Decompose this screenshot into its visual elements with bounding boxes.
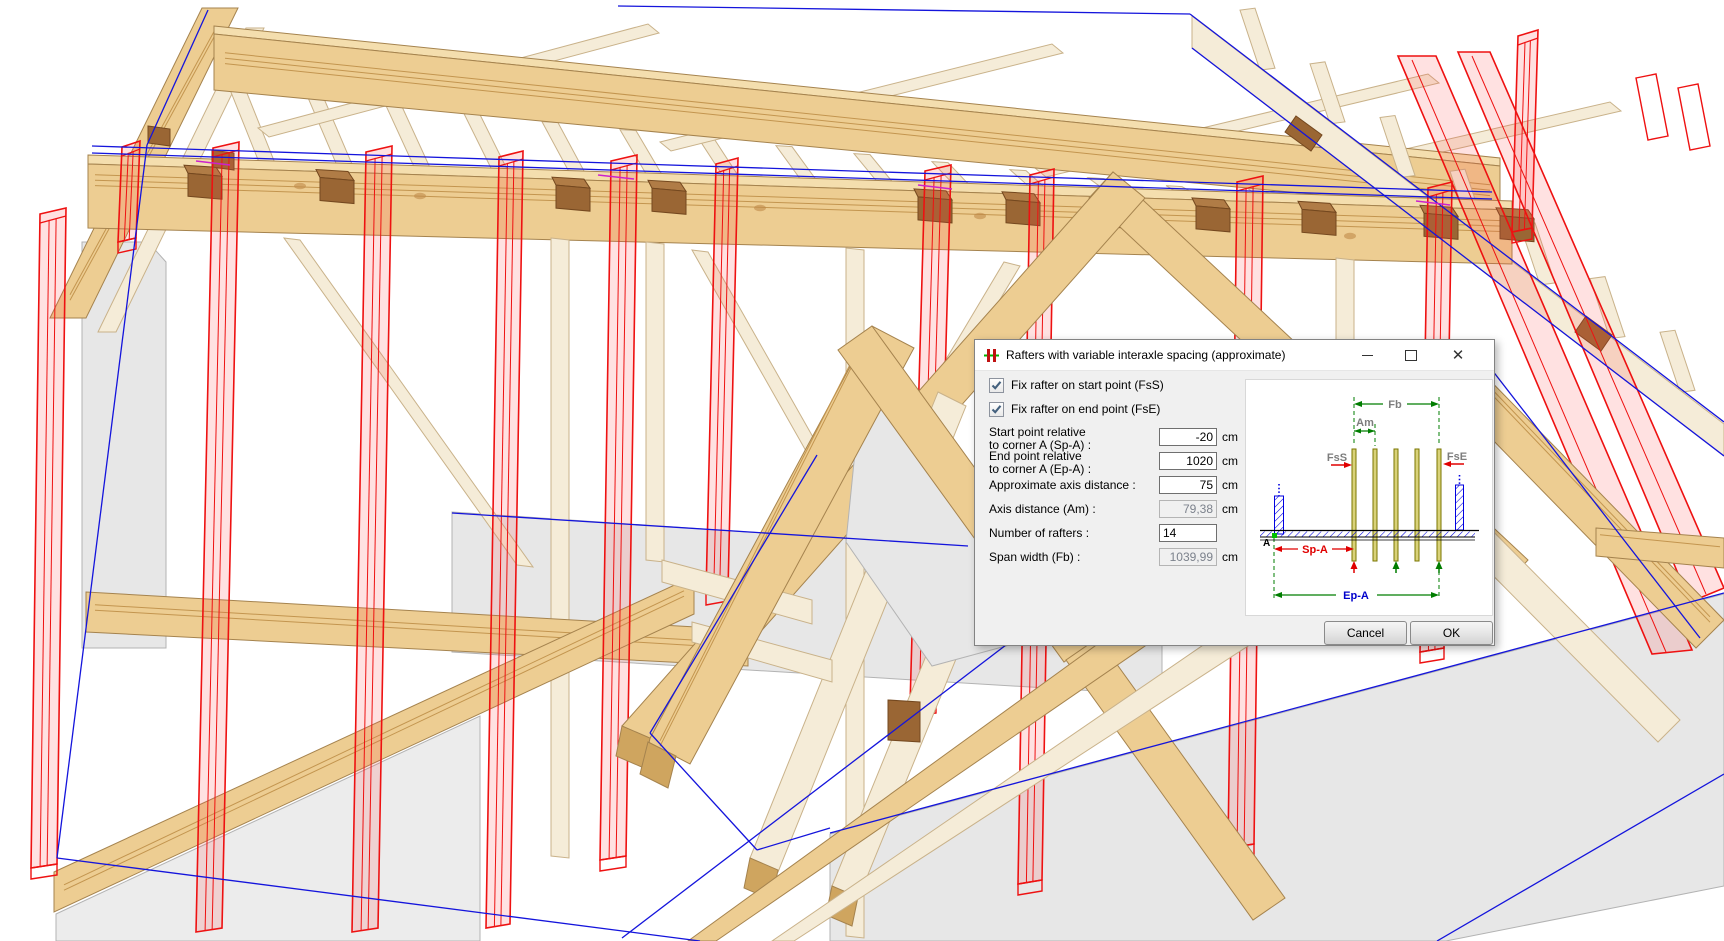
- ok-button[interactable]: OK: [1410, 621, 1493, 645]
- approx-axis-distance-input[interactable]: [1159, 476, 1217, 494]
- cad-workspace: Rafters with variable interaxle spacing …: [0, 0, 1724, 941]
- minimize-button[interactable]: [1352, 343, 1382, 367]
- fse-marker: FsE: [1443, 451, 1467, 467]
- fss-marker: FsS: [1327, 452, 1352, 468]
- fix-start-checkbox[interactable]: [989, 378, 1004, 393]
- axis-distance-output: [1159, 500, 1217, 518]
- fix-end-checkbox-row: Fix rafter on end point (FsE): [989, 402, 1160, 416]
- ep-a-dimension: Ep-A: [1274, 590, 1439, 602]
- fb-dimension: Fb: [1354, 399, 1439, 411]
- sp-a-label: Sp-A: [1302, 544, 1328, 556]
- corner-a-point: [1272, 533, 1277, 538]
- unit-cm: cm: [1222, 502, 1238, 516]
- fse-label: FsE: [1447, 451, 1467, 463]
- fix-end-label: Fix rafter on end point (FsE): [1011, 402, 1160, 416]
- dialog-titlebar[interactable]: Rafters with variable interaxle spacing …: [975, 340, 1494, 371]
- minimize-icon: [1362, 355, 1373, 356]
- number-of-rafters-label: Number of rafters :: [989, 527, 1157, 540]
- spacing-diagram: Fb Am FsS FsE: [1245, 379, 1493, 616]
- unit-cm: cm: [1222, 550, 1238, 564]
- unit-cm: cm: [1222, 454, 1238, 468]
- fix-start-checkbox-row: Fix rafter on start point (FsS): [989, 378, 1164, 392]
- start-point-input[interactable]: [1159, 428, 1217, 446]
- diagram-rafters: [1352, 449, 1441, 561]
- unit-cm: cm: [1222, 478, 1238, 492]
- check-icon: [991, 380, 1002, 391]
- end-point-input[interactable]: [1159, 452, 1217, 470]
- axis-distance-label: Axis distance (Am) :: [989, 503, 1157, 516]
- start-point-label: Start point relative to corner A (Sp-A) …: [989, 426, 1157, 451]
- wall-plate: [1260, 531, 1479, 541]
- fix-start-label: Fix rafter on start point (FsS): [1011, 378, 1164, 392]
- rafter-spacing-icon: [984, 348, 999, 363]
- span-width-label: Span width (Fb) :: [989, 551, 1157, 564]
- maximize-button[interactable]: [1396, 343, 1426, 367]
- sp-a-dimension: Sp-A: [1274, 544, 1354, 556]
- approx-axis-distance-label: Approximate axis distance :: [989, 479, 1157, 492]
- dialog-title: Rafters with variable interaxle spacing …: [1006, 348, 1285, 362]
- maximize-icon: [1405, 350, 1417, 361]
- fixing-arrows: [1351, 561, 1443, 573]
- rafters-dialog: Rafters with variable interaxle spacing …: [974, 339, 1495, 646]
- cancel-button[interactable]: Cancel: [1324, 621, 1407, 645]
- ep-a-label: Ep-A: [1343, 590, 1369, 602]
- corner-a-label: A: [1263, 538, 1270, 549]
- span-width-output: [1159, 548, 1217, 566]
- fix-end-checkbox[interactable]: [989, 402, 1004, 417]
- number-of-rafters-input[interactable]: [1159, 524, 1217, 542]
- am-dimension: Am: [1354, 417, 1375, 434]
- fb-label: Fb: [1388, 399, 1402, 411]
- end-point-label: End point relative to corner A (Ep-A) :: [989, 450, 1157, 475]
- close-button[interactable]: ✕: [1443, 343, 1473, 367]
- check-icon: [991, 404, 1002, 415]
- wall-sections: [1275, 475, 1464, 534]
- unit-cm: cm: [1222, 430, 1238, 444]
- am-label: Am: [1356, 417, 1374, 429]
